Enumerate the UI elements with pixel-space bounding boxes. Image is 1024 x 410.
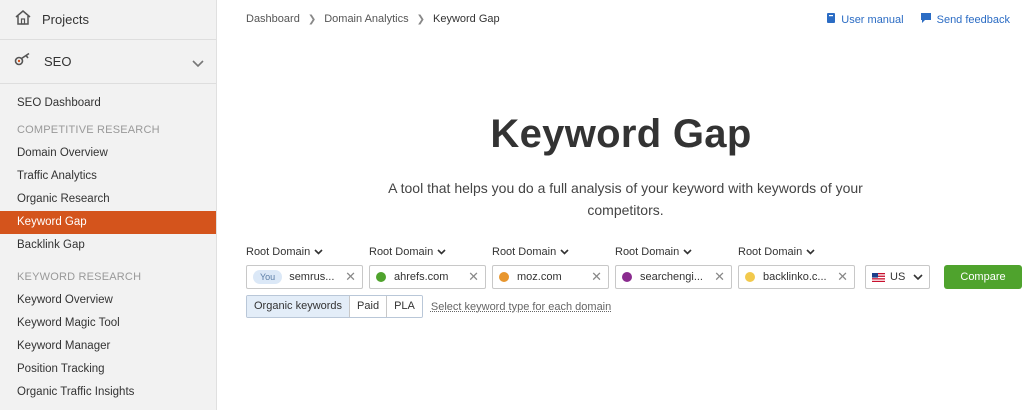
sidebar-seo[interactable]: SEO xyxy=(0,40,216,84)
clear-icon[interactable]: ✕ xyxy=(468,269,479,285)
sidebar-item-traffic-analytics[interactable]: Traffic Analytics xyxy=(0,165,216,188)
root-domain-dropdown[interactable]: Root Domain xyxy=(738,246,861,258)
chevron-down-icon xyxy=(913,271,923,283)
us-flag-icon xyxy=(872,272,885,282)
home-icon xyxy=(14,9,32,31)
breadcrumb-keyword-gap: Keyword Gap xyxy=(432,13,500,25)
sidebar-menu: SEO Dashboard COMPETITIVE RESEARCH Domain … xyxy=(0,84,216,404)
chevron-down-icon xyxy=(683,246,692,258)
domain-color-dot xyxy=(499,272,509,282)
domain-color-dot xyxy=(745,272,755,282)
sidebar-item-keyword-gap[interactable]: Keyword Gap xyxy=(0,211,216,234)
keyword-types: Organic keywords Paid PLA Select keyword t… xyxy=(246,295,611,318)
book-icon xyxy=(826,12,836,27)
chevron-down-icon xyxy=(560,246,569,258)
domain-input-1[interactable]: You semrus... ✕ xyxy=(246,265,363,289)
root-domain-dropdown[interactable]: Root Domain xyxy=(246,246,369,258)
send-feedback-label: Send feedback xyxy=(936,13,1010,26)
page-subtitle: A tool that helps you do a full analysis… xyxy=(388,180,863,218)
domain-value: backlinko.c... xyxy=(763,271,827,283)
clear-icon[interactable]: ✕ xyxy=(591,269,602,285)
you-badge: You xyxy=(253,270,283,284)
keyword-type-segmented-control: Organic keywords Paid PLA xyxy=(246,295,423,318)
country-value: US xyxy=(890,271,906,283)
compare-button[interactable]: Compare xyxy=(944,265,1022,289)
sidebar-projects[interactable]: Projects xyxy=(0,0,216,40)
chevron-down-icon[interactable] xyxy=(192,55,204,73)
user-manual-link[interactable]: User manual xyxy=(826,12,904,27)
sidebar-item-position-tracking[interactable]: Position Tracking xyxy=(0,358,216,381)
sidebar-section-heading: COMPETITIVE RESEARCH xyxy=(17,124,160,136)
root-domain-label: Root Domain xyxy=(738,246,803,258)
key-icon xyxy=(14,52,34,71)
chevron-down-icon xyxy=(806,246,815,258)
chevron-right-icon: ❯ xyxy=(307,13,317,25)
page-title: Keyword Gap xyxy=(490,112,752,156)
domain-value: semrus... xyxy=(289,271,335,283)
sidebar-section-heading: KEYWORD RESEARCH xyxy=(17,271,142,283)
domain-color-dot xyxy=(376,272,386,282)
sidebar-item-organic-traffic-insights[interactable]: Organic Traffic Insights xyxy=(0,381,216,404)
header-links: User manual Send feedback xyxy=(826,12,1010,27)
keyword-type-hint-link[interactable]: Select keyword type for each domain xyxy=(431,301,611,313)
root-domain-label: Root Domain xyxy=(369,246,434,258)
send-feedback-link[interactable]: Send feedback xyxy=(920,12,1010,27)
clear-icon[interactable]: ✕ xyxy=(837,269,848,285)
keyword-type-pla[interactable]: PLA xyxy=(386,296,422,317)
chevron-right-icon: ❯ xyxy=(416,13,425,25)
domain-inputs-row: You semrus... ✕ ahrefs.com ✕ moz.com ✕ searchen… xyxy=(246,265,1022,289)
domain-input-5[interactable]: backlinko.c... ✕ xyxy=(738,265,855,289)
root-domain-dropdown[interactable]: Root Domain xyxy=(615,246,738,258)
sidebar-item-backlink-gap[interactable]: Backlink Gap xyxy=(0,234,216,257)
breadcrumb-dashboard[interactable]: Dashboard xyxy=(246,13,300,25)
sidebar-item-domain-overview[interactable]: Domain Overview xyxy=(0,142,216,165)
sidebar-item-organic-research[interactable]: Organic Research xyxy=(0,188,216,211)
country-select[interactable]: US xyxy=(865,265,930,289)
sidebar: Projects SEO SEO Dashboard COMPETITIVE RE… xyxy=(0,0,217,410)
root-domain-label: Root Domain xyxy=(492,246,557,258)
domain-input-3[interactable]: moz.com ✕ xyxy=(492,265,609,289)
user-manual-label: User manual xyxy=(841,13,904,26)
breadcrumb-domain-analytics[interactable]: Domain Analytics xyxy=(324,13,408,25)
root-domain-labels: Root Domain Root Domain Root Domain Root Do… xyxy=(246,246,861,258)
root-domain-label: Root Domain xyxy=(615,246,680,258)
chevron-down-icon xyxy=(314,246,323,258)
keyword-type-organic-keywords[interactable]: Organic keywords xyxy=(247,296,350,317)
sidebar-item-keyword-manager[interactable]: Keyword Manager xyxy=(0,335,216,358)
root-domain-dropdown[interactable]: Root Domain xyxy=(492,246,615,258)
sidebar-item-keyword-magic-tool[interactable]: Keyword Magic Tool xyxy=(0,312,216,335)
clear-icon[interactable]: ✕ xyxy=(345,269,356,285)
root-domain-dropdown[interactable]: Root Domain xyxy=(369,246,492,258)
domain-value: moz.com xyxy=(517,271,562,283)
keyword-type-paid[interactable]: Paid xyxy=(349,296,387,317)
sidebar-item-keyword-overview[interactable]: Keyword Overview xyxy=(0,289,216,312)
sidebar-seo-label: SEO xyxy=(44,54,72,69)
domain-value: searchengi... xyxy=(640,271,703,283)
main-content: Dashboard ❯ Domain Analytics ❯ Keyword G… xyxy=(218,0,1024,410)
chat-bubble-icon xyxy=(920,12,932,27)
domain-input-2[interactable]: ahrefs.com ✕ xyxy=(369,265,486,289)
sidebar-projects-label: Projects xyxy=(42,12,89,27)
domain-value: ahrefs.com xyxy=(394,271,449,283)
sidebar-item-seo-dashboard[interactable]: SEO Dashboard xyxy=(0,92,216,115)
domain-input-4[interactable]: searchengi... ✕ xyxy=(615,265,732,289)
breadcrumb: Dashboard ❯ Domain Analytics ❯ Keyword G… xyxy=(246,13,500,25)
domain-color-dot xyxy=(622,272,632,282)
chevron-down-icon xyxy=(437,246,446,258)
root-domain-label: Root Domain xyxy=(246,246,311,258)
clear-icon[interactable]: ✕ xyxy=(714,269,725,285)
